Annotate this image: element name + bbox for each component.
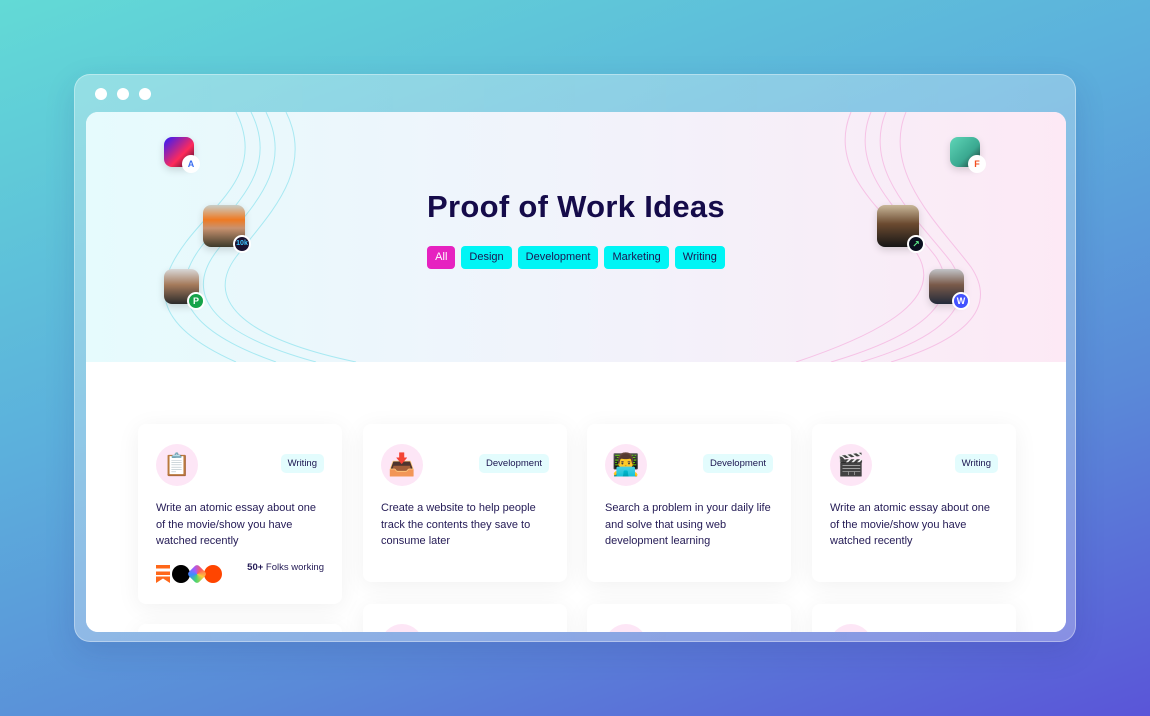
category-tag: Writing bbox=[280, 454, 324, 473]
app-badge-icon: W bbox=[952, 292, 970, 310]
idea-card[interactable]: 📋 Writing Write an atomic essay about on… bbox=[138, 424, 342, 604]
ideas-grid: 📋 Writing Write an atomic essay about on… bbox=[86, 362, 1066, 632]
platform-logos bbox=[156, 563, 222, 585]
idea-card-partial[interactable] bbox=[812, 604, 1016, 632]
filter-all[interactable]: All bbox=[427, 246, 456, 269]
idea-card-partial[interactable] bbox=[363, 604, 567, 632]
filter-design[interactable]: Design bbox=[461, 246, 512, 269]
substack-icon bbox=[156, 565, 170, 583]
card-icon-partial bbox=[605, 624, 647, 632]
idea-description: Write an atomic essay about one of the m… bbox=[830, 502, 990, 547]
idea-card[interactable]: 📥 Development Create a website to help p… bbox=[363, 424, 567, 582]
app-badge-icon: P bbox=[187, 292, 205, 310]
idea-card-partial[interactable] bbox=[587, 604, 791, 632]
category-filters: All Design Development Marketing Writing bbox=[86, 246, 1066, 269]
category-tag: Writing bbox=[954, 454, 998, 473]
window-controls bbox=[95, 88, 151, 100]
filter-marketing[interactable]: Marketing bbox=[604, 246, 669, 269]
idea-card-partial[interactable] bbox=[138, 624, 342, 632]
avatar-right-3: W bbox=[929, 269, 970, 310]
page-viewport: A 10k P F ↗ W Proof of Work Ideas All De… bbox=[86, 112, 1066, 632]
reddit-icon bbox=[204, 565, 222, 583]
idea-card[interactable]: 👨‍💻 Development Search a problem in your… bbox=[587, 424, 791, 582]
avatar-left-3: P bbox=[164, 269, 205, 310]
category-tag: Development bbox=[703, 454, 773, 473]
close-dot[interactable] bbox=[95, 88, 107, 100]
minimize-dot[interactable] bbox=[117, 88, 129, 100]
card-icon-partial bbox=[381, 624, 423, 632]
folks-label: Folks working bbox=[265, 562, 324, 573]
clapper-board-icon: 🎬 bbox=[830, 444, 872, 486]
idea-description: Search a problem in your daily life and … bbox=[605, 502, 771, 547]
maximize-dot[interactable] bbox=[139, 88, 151, 100]
folks-working: 50+ Folks working bbox=[247, 562, 324, 573]
folks-count: 50+ bbox=[247, 562, 264, 573]
page-title: Proof of Work Ideas bbox=[427, 189, 725, 224]
idea-card[interactable]: 🎬 Writing Write an atomic essay about on… bbox=[812, 424, 1016, 582]
technologist-icon: 👨‍💻 bbox=[605, 444, 647, 486]
app-badge-icon: F bbox=[968, 155, 986, 173]
avatar-left-1: A bbox=[164, 137, 200, 173]
browser-window: A 10k P F ↗ W Proof of Work Ideas All De… bbox=[74, 74, 1076, 642]
clipboard-icon: 📋 bbox=[156, 444, 198, 486]
app-badge-icon: A bbox=[182, 155, 200, 173]
card-footer: 50+ Folks working bbox=[156, 562, 324, 586]
idea-description: Write an atomic essay about one of the m… bbox=[156, 502, 316, 547]
avatar-right-1: F bbox=[950, 137, 986, 173]
filter-writing[interactable]: Writing bbox=[674, 246, 725, 269]
hero-section: A 10k P F ↗ W Proof of Work Ideas All De… bbox=[86, 112, 1066, 362]
hashnode-icon bbox=[186, 563, 208, 585]
category-tag: Development bbox=[479, 454, 549, 473]
card-icon-partial bbox=[830, 624, 872, 632]
inbox-tray-icon: 📥 bbox=[381, 444, 423, 486]
filter-development[interactable]: Development bbox=[517, 246, 599, 269]
idea-description: Create a website to help people track th… bbox=[381, 502, 536, 547]
